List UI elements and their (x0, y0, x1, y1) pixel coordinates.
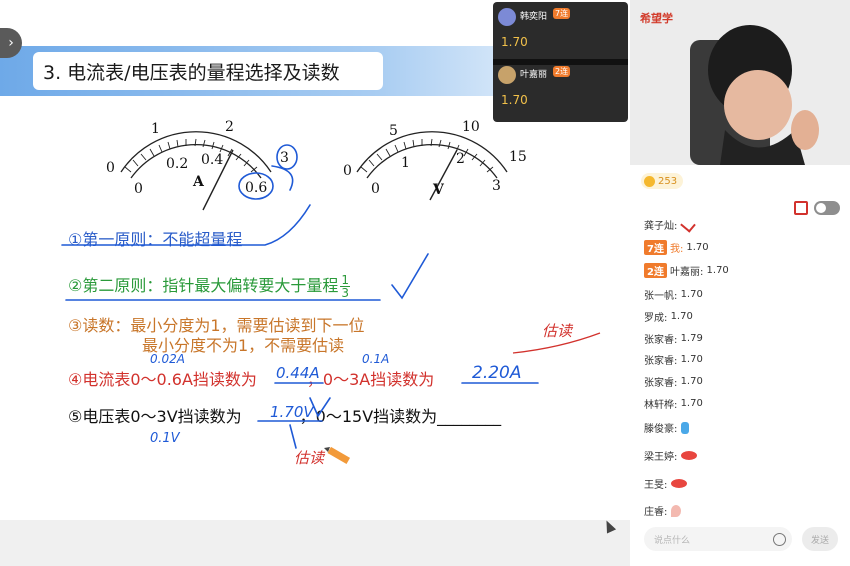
chat-user: 王旻: (644, 480, 668, 491)
coin-icon (644, 175, 655, 187)
voltmeter-inner-2: 2 (456, 151, 465, 167)
chat-user: 张家睿: (644, 335, 678, 346)
item-4: ④电流表0～0.6A挡读数为 ，0～3A挡读数为 (68, 366, 504, 390)
frac-denominator: 3 (341, 286, 349, 300)
voltmeter-unit: V (432, 182, 445, 198)
streak-badge: 2连 (553, 66, 571, 77)
ammeter-unit: A (192, 174, 205, 190)
ammeter-inner-3: 0.6 (245, 180, 267, 196)
voltmeter-outer-3: 15 (509, 149, 527, 165)
gift-icon[interactable] (794, 201, 808, 215)
voltmeter-inner-1: 1 (401, 155, 410, 171)
coin-count: 253 (658, 175, 678, 187)
chat-text: 1.79 (680, 333, 703, 344)
chat-message: 梁王婷: (644, 448, 698, 463)
chat-text: 1.70 (706, 265, 729, 276)
lips-emoji-icon (671, 479, 688, 488)
ammeter-inner-2: 0.4 (201, 152, 223, 168)
ammeter-outer-3: 3 (280, 150, 289, 166)
brand-logo: 希望学 (640, 12, 673, 25)
voltmeter-inner-3: 3 (492, 178, 501, 194)
rule-2: ②第二原则：指针最大偏转要大于量程 1 3 (68, 272, 350, 299)
chat-user: 龚子灿: (644, 221, 678, 232)
chat-toggle[interactable] (814, 201, 840, 215)
chat-message: 张一帆: 1.70 (644, 287, 703, 302)
chat-text: 1.70 (680, 354, 703, 365)
answer-overlay: 韩奕阳 7连 1.70 叶嘉丽 2连 1.70 (493, 2, 628, 122)
ammeter-inner-0: 0 (134, 181, 143, 197)
chat-user-me: 我: (669, 244, 684, 255)
ammeter (120, 131, 272, 211)
ammeter-outer-0: 0 (106, 160, 115, 176)
item-5-part-a: ⑤电压表0～3V挡读数为 (68, 407, 242, 426)
chat-text: 1.70 (686, 242, 709, 253)
chat-message: 滕俊豪: (644, 420, 690, 435)
chat-text: 1.70 (680, 376, 703, 387)
chat-user: 张家睿: (644, 378, 678, 389)
chat-message: 庄睿: (644, 503, 682, 518)
chat-message: 罗成: 1.70 (644, 309, 693, 324)
chat-message: 张家睿: 1.70 (644, 374, 703, 389)
avatar (498, 8, 516, 26)
overlay-item: 韩奕阳 7连 1.70 (493, 2, 628, 58)
streak-badge: 7连 (553, 8, 571, 19)
chat-message: 龚子灿: (644, 216, 697, 233)
chat-text: 1.70 (670, 311, 693, 322)
check-emoji-icon (680, 216, 697, 233)
chat-text: 1.70 (680, 289, 703, 300)
avatar (498, 66, 516, 84)
chat-sidebar: 253 龚子灿: 7连 我: 1.70 2连 叶嘉丽: 1.70 张一帆: 1.70 … (630, 165, 850, 566)
sidebar-tools (794, 201, 840, 215)
sticker-icon (681, 421, 690, 434)
chat-user: 林轩桦: (644, 400, 678, 411)
slide-footer (0, 520, 630, 566)
voltmeter-outer-1: 5 (389, 123, 398, 139)
emoji-icon[interactable] (773, 533, 786, 546)
chat-user: 张一帆: (644, 291, 678, 302)
streak-badge: 2连 (644, 263, 667, 278)
coin-counter: 253 (641, 173, 684, 189)
chat-user: 梁王婷: (644, 452, 678, 463)
streak-badge: 7连 (644, 240, 667, 255)
overlay-item: 叶嘉丽 2连 1.70 (493, 60, 628, 116)
rule-2-text: ②第二原则：指针最大偏转要大于量程 (68, 276, 339, 295)
chat-user: 叶嘉丽: (669, 267, 704, 278)
overlay-user-name: 叶嘉丽 (520, 70, 548, 80)
voltmeter-outer-2: 10 (462, 119, 480, 135)
drop-emoji-icon (671, 504, 682, 517)
chat-text: 1.70 (680, 398, 703, 409)
item-5-part-b: ，0～15V挡读数为 (299, 407, 438, 426)
reading-line-2: 最小分度不为1，不需要估读 (142, 336, 345, 355)
chat-user: 滕俊豪: (644, 424, 678, 435)
item-5: ⑤电压表0～3V挡读数为 ，0～15V挡读数为________ (68, 403, 501, 427)
chat-message: 王旻: (644, 476, 688, 491)
chat-message: 林轩桦: 1.70 (644, 396, 703, 411)
rule-1: ①第一原则：不能超量程 (68, 230, 243, 249)
chat-input[interactable]: 说点什么 (644, 527, 792, 551)
lips-emoji-icon (681, 451, 698, 460)
chat-user: 张家睿: (644, 356, 678, 367)
chat-message: 7连 我: 1.70 (644, 240, 709, 255)
send-button[interactable]: 发送 (802, 527, 838, 551)
overlay-answer: 1.70 (501, 93, 528, 107)
ammeter-inner-1: 0.2 (166, 156, 188, 172)
chat-message: 张家睿: 1.79 (644, 331, 703, 346)
voltmeter-inner-0: 0 (371, 181, 380, 197)
ammeter-outer-2: 2 (225, 119, 234, 135)
item-4-part-b: ，0～3A挡读数为 (306, 370, 435, 389)
item-5-blank-2: ________ (437, 407, 502, 426)
chat-user: 庄睿: (644, 507, 668, 518)
overlay-user-name: 韩奕阳 (520, 12, 548, 22)
chat-user: 罗成: (644, 313, 668, 324)
chat-message: 2连 叶嘉丽: 1.70 (644, 263, 729, 278)
overlay-answer: 1.70 (501, 35, 528, 49)
rule-2-fraction: 13 (340, 274, 350, 299)
voltmeter-outer-0: 0 (343, 163, 352, 179)
chat-message: 张家睿: 1.70 (644, 352, 703, 367)
ammeter-outer-1: 1 (151, 121, 160, 137)
item-4-part-a: ④电流表0～0.6A挡读数为 (68, 370, 257, 389)
